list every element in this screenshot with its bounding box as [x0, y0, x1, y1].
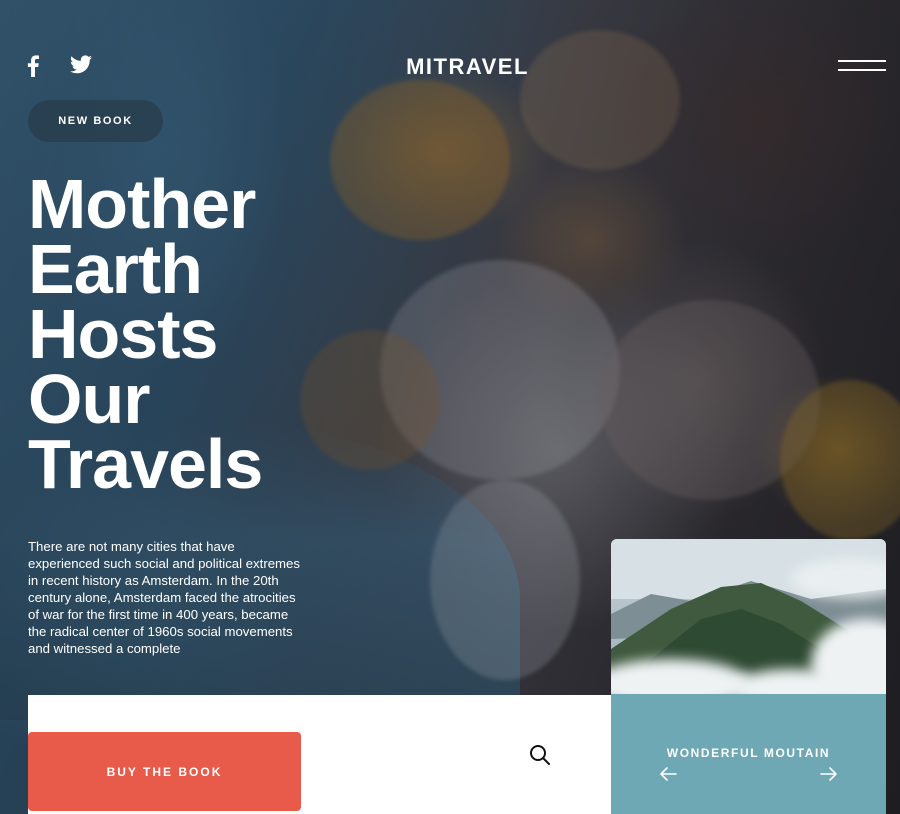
- card-title: WONDERFUL MOUTAIN: [666, 746, 831, 760]
- featured-card: WONDERFUL MOUTAIN: [611, 539, 886, 814]
- card-info-panel: WONDERFUL MOUTAIN: [611, 694, 886, 814]
- bottom-bar: BUY THE BOOK: [28, 695, 611, 814]
- arrow-left-icon[interactable]: [659, 766, 677, 782]
- headline-line: Mother: [28, 165, 256, 243]
- hero-headline: Mother Earth Hosts Our Travels: [28, 165, 263, 503]
- headline-line: Travels: [28, 425, 263, 503]
- headline-line: Our: [28, 360, 150, 438]
- hamburger-menu-icon[interactable]: [838, 60, 886, 72]
- arrow-right-icon[interactable]: [820, 766, 838, 782]
- headline-line: Hosts: [28, 295, 218, 373]
- new-book-badge[interactable]: NEW BOOK: [28, 100, 163, 142]
- hero-description: There are not many cities that have expe…: [28, 539, 300, 656]
- headline-line: Earth: [28, 230, 203, 308]
- site-logo[interactable]: MITRAVEL: [0, 54, 900, 80]
- buy-the-book-button[interactable]: BUY THE BOOK: [28, 732, 301, 811]
- mountain-image: [611, 539, 886, 694]
- search-icon[interactable]: [528, 743, 552, 767]
